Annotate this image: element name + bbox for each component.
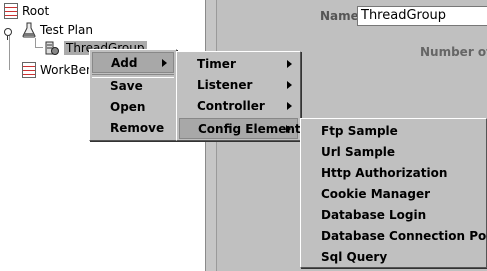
tree-connector xyxy=(9,30,10,70)
menu-item-label: Ftp Sample xyxy=(321,124,398,138)
context-menu: Add Save Open Remove xyxy=(89,49,177,141)
menu-item-label: Database Login xyxy=(321,208,427,222)
menu-item-timer[interactable]: Timer xyxy=(179,54,298,75)
tree-node-label: Root xyxy=(22,4,50,18)
menu-item-database-login[interactable]: Database Login xyxy=(303,205,484,226)
menu-item-listener[interactable]: Listener xyxy=(179,75,298,96)
menu-item-remove[interactable]: Remove xyxy=(92,118,174,139)
menu-item-database-connection-pool[interactable]: Database Connection Pool xyxy=(303,226,487,247)
tree-connector xyxy=(35,47,43,48)
menu-item-label: Open xyxy=(110,100,146,114)
menu-item-controller[interactable]: Controller xyxy=(179,96,298,117)
document-icon xyxy=(4,3,18,19)
menu-item-ftp-sample[interactable]: Ftp Sample xyxy=(303,121,484,142)
submenu-arrow-icon xyxy=(162,59,167,67)
menu-item-label: Timer xyxy=(197,57,236,71)
submenu-arrow-icon xyxy=(287,81,292,89)
menu-item-label: Sql Query xyxy=(321,250,388,264)
menu-item-label: Remove xyxy=(110,121,165,135)
submenu-arrow-icon xyxy=(286,125,291,133)
submenu-arrow-icon xyxy=(287,60,292,68)
menu-item-url-sample[interactable]: Url Sample xyxy=(303,142,484,163)
application-window: Root Test Plan ThreadGroup WorkBench Nam… xyxy=(0,0,487,271)
name-field[interactable]: ThreadGroup xyxy=(357,6,487,26)
expand-toggle-icon[interactable] xyxy=(4,28,12,40)
flask-icon xyxy=(22,22,36,38)
submenu-arrow-icon xyxy=(287,102,292,110)
thread-group-icon xyxy=(45,41,59,55)
menu-item-label: Url Sample xyxy=(321,145,396,159)
menu-item-label: Cookie Manager xyxy=(321,187,431,201)
menu-item-add[interactable]: Add xyxy=(92,52,174,73)
tree-node-test-plan[interactable]: Test Plan xyxy=(22,21,93,39)
menu-item-label: Listener xyxy=(197,78,253,92)
menu-item-cookie-manager[interactable]: Cookie Manager xyxy=(303,184,484,205)
number-of-threads-label: Number of T xyxy=(420,45,487,59)
document-icon xyxy=(22,62,36,78)
menu-item-sql-query[interactable]: Sql Query xyxy=(303,247,484,268)
config-element-submenu: Ftp Sample Url Sample Http Authorization… xyxy=(300,118,487,268)
menu-item-label: Add xyxy=(111,56,138,70)
menu-item-label: Save xyxy=(110,79,143,93)
menu-item-save[interactable]: Save xyxy=(92,76,174,97)
menu-item-label: Database Connection Pool xyxy=(321,229,487,243)
tree-node-label: Test Plan xyxy=(40,23,93,37)
menu-item-config-element[interactable]: Config Element xyxy=(179,118,301,139)
menu-item-open[interactable]: Open xyxy=(92,97,174,118)
menu-item-http-authorization[interactable]: Http Authorization xyxy=(303,163,484,184)
tree-node-root[interactable]: Root xyxy=(4,2,49,20)
add-submenu: Timer Listener Controller Config Element xyxy=(176,51,301,141)
menu-item-label: Controller xyxy=(197,99,265,113)
name-label: Name xyxy=(320,9,359,23)
menu-item-label: Http Authorization xyxy=(321,166,448,180)
